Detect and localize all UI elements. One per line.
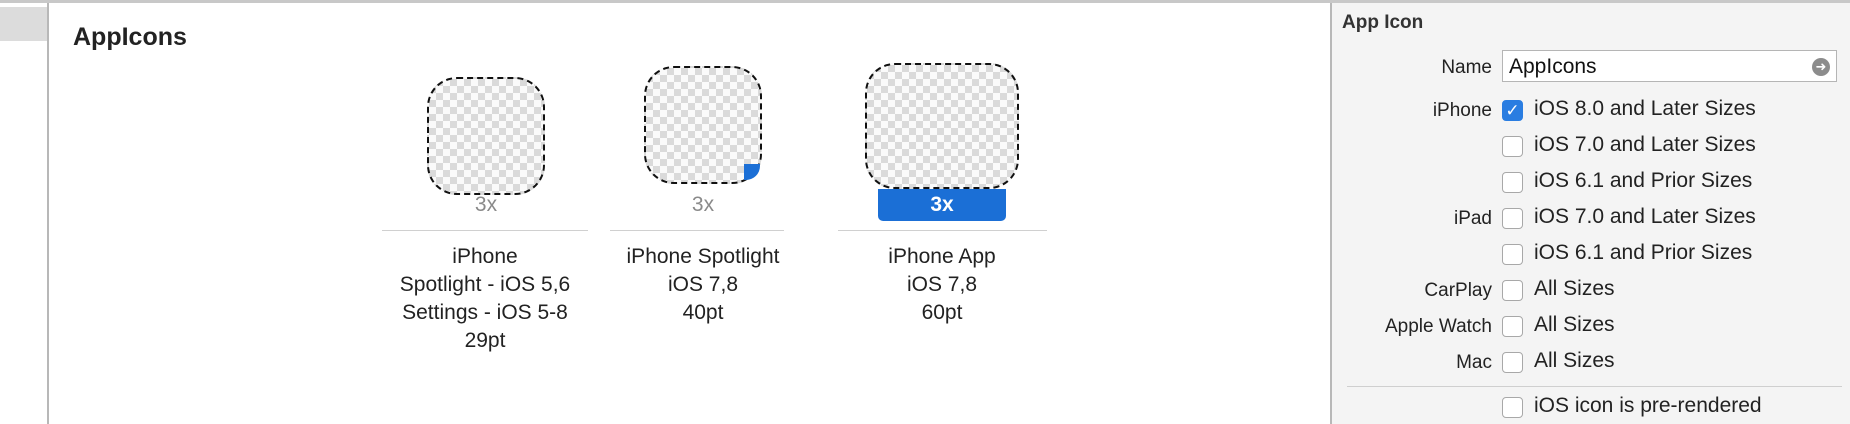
checkbox-prerendered[interactable] [1502,397,1523,418]
group-label-ipad: iPad [1453,208,1492,229]
icon-slot-spotlight-settings[interactable]: 3x iPhone Spotlight - iOS 5,6 Settings -… [382,63,592,363]
name-field-value[interactable]: AppIcons [1509,55,1597,79]
attributes-inspector: App Icon Name AppIcons ➜ iPhone ✓ iOS 8.… [1332,3,1850,424]
slot-separator [610,230,784,231]
checkbox-iphone-ios61[interactable] [1502,172,1523,193]
checkbox-mac-all[interactable] [1502,352,1523,373]
slot-label: iPhone Spotlight iOS 7,8 40pt [626,245,780,324]
checkbox-label[interactable]: iOS 6.1 and Prior Sizes [1534,241,1752,265]
slot-separator [382,230,588,231]
inspector-section-title: App Icon [1342,12,1424,33]
slot-label: iPhone App iOS 7,8 60pt [888,245,996,324]
arrow-right-circle-icon[interactable]: ➜ [1812,58,1830,76]
checkbox-label[interactable]: iOS 7.0 and Later Sizes [1534,205,1756,229]
group-label-mac: Mac [1456,352,1492,373]
icon-slot-app[interactable]: 3x iPhone App iOS 7,8 60pt [838,63,1058,363]
group-label-iphone: iPhone [1432,100,1492,121]
check-icon: ✓ [1505,101,1520,120]
checkbox-label[interactable]: iOS 8.0 and Later Sizes [1534,97,1756,121]
name-label: Name [1441,57,1492,78]
asset-list-selection[interactable] [0,7,47,41]
checkbox-ipad-ios7[interactable] [1502,208,1523,229]
icon-slot-spotlight[interactable]: 3x iPhone Spotlight iOS 7,8 40pt [610,63,820,363]
asset-list-gutter [0,3,49,424]
checkbox-ipad-ios61[interactable] [1502,244,1523,265]
checkbox-label[interactable]: iOS icon is pre-rendered [1534,394,1762,418]
checkbox-iphone-ios7[interactable] [1502,136,1523,157]
slot-separator [838,230,1047,231]
inspector-separator [1347,386,1842,387]
asset-set-title: AppIcons [73,23,187,51]
assigned-badge-icon [744,164,760,180]
scale-label-selected[interactable]: 3x [878,189,1006,221]
checkbox-label[interactable]: iOS 6.1 and Prior Sizes [1534,169,1752,193]
checkbox-label[interactable]: All Sizes [1534,277,1615,301]
asset-editor: AppIcons 3x iPhone Spotlight - iOS 5,6 S… [49,3,1330,424]
checkbox-label[interactable]: iOS 7.0 and Later Sizes [1534,133,1756,157]
checkbox-label[interactable]: All Sizes [1534,313,1615,337]
slot-label: iPhone Spotlight - iOS 5,6 Settings - iO… [399,245,571,352]
scale-label: 3x [691,193,715,216]
checkbox-label[interactable]: All Sizes [1534,349,1615,373]
scale-label: 3x [474,193,498,216]
icon-drop-well[interactable] [865,63,1019,189]
name-field[interactable]: AppIcons ➜ [1502,50,1837,82]
checkbox-carplay-all[interactable] [1502,280,1523,301]
group-label-carplay: CarPlay [1424,280,1492,301]
checkbox-iphone-ios8[interactable]: ✓ [1502,100,1523,121]
group-label-apple-watch: Apple Watch [1384,316,1492,337]
checkbox-watch-all[interactable] [1502,316,1523,337]
icon-drop-well[interactable] [427,77,545,195]
